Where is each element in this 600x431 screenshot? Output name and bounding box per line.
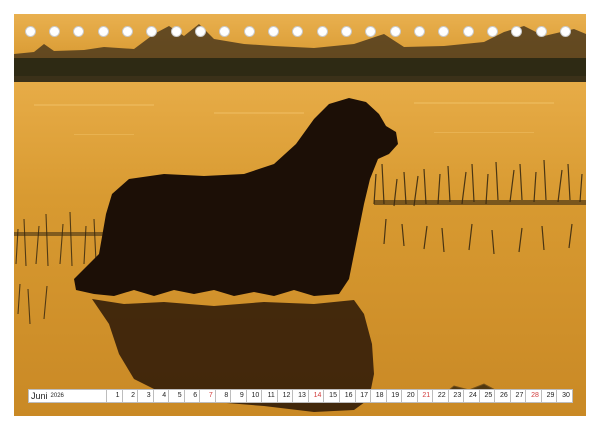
day-number: 12 bbox=[282, 392, 291, 399]
binding-hole bbox=[341, 26, 352, 37]
day-number: 10 bbox=[251, 392, 260, 399]
binding-hole bbox=[463, 26, 474, 37]
binding-hole bbox=[268, 26, 279, 37]
binding-hole bbox=[244, 26, 255, 37]
day-cell: 18 bbox=[371, 390, 387, 402]
day-number: 5 bbox=[177, 392, 182, 399]
day-number: 6 bbox=[193, 392, 198, 399]
day-cell: 10 bbox=[247, 390, 263, 402]
binding-hole bbox=[560, 26, 571, 37]
day-cell: 8 bbox=[216, 390, 232, 402]
day-cell: 24 bbox=[464, 390, 480, 402]
day-cell: 4 bbox=[154, 390, 170, 402]
day-cell: 22 bbox=[433, 390, 449, 402]
day-number: 20 bbox=[406, 392, 415, 399]
day-number: 27 bbox=[515, 392, 524, 399]
day-cell: 28 bbox=[526, 390, 542, 402]
days-row: 1 2 3 4 5 6 7 8 9 10 11 12 13 14 15 16 17 18 19 20 21 22 23 24 2… bbox=[107, 390, 572, 402]
month-label: Juni 2026 bbox=[29, 390, 107, 402]
day-cell: 1 bbox=[107, 390, 123, 402]
day-number: 2 bbox=[131, 392, 136, 399]
day-cell: 23 bbox=[449, 390, 465, 402]
binding-hole bbox=[49, 26, 60, 37]
binding-hole bbox=[219, 26, 230, 37]
day-number: 9 bbox=[239, 392, 244, 399]
day-cell: 3 bbox=[138, 390, 154, 402]
binding-holes bbox=[0, 0, 600, 37]
day-number: 21 bbox=[422, 392, 431, 399]
binding-hole bbox=[487, 26, 498, 37]
binding-hole bbox=[390, 26, 401, 37]
day-cell: 14 bbox=[309, 390, 325, 402]
day-cell: 12 bbox=[278, 390, 294, 402]
day-number: 17 bbox=[360, 392, 369, 399]
day-cell: 7 bbox=[200, 390, 216, 402]
day-cell: 26 bbox=[495, 390, 511, 402]
day-number: 1 bbox=[115, 392, 120, 399]
day-cell: 9 bbox=[231, 390, 247, 402]
day-cell: 21 bbox=[418, 390, 434, 402]
day-cell: 17 bbox=[356, 390, 372, 402]
binding-hole bbox=[146, 26, 157, 37]
binding-hole bbox=[73, 26, 84, 37]
binding-hole bbox=[536, 26, 547, 37]
binding-hole bbox=[171, 26, 182, 37]
day-number: 26 bbox=[500, 392, 508, 399]
day-number: 15 bbox=[329, 392, 337, 399]
day-cell: 5 bbox=[169, 390, 185, 402]
binding-hole bbox=[365, 26, 376, 37]
day-cell: 2 bbox=[123, 390, 139, 402]
binding-hole bbox=[98, 26, 109, 37]
day-cell: 29 bbox=[542, 390, 558, 402]
binding-hole bbox=[438, 26, 449, 37]
day-cell: 19 bbox=[387, 390, 403, 402]
day-number: 7 bbox=[208, 392, 213, 399]
day-number: 18 bbox=[375, 392, 384, 399]
day-number: 8 bbox=[224, 392, 229, 399]
binding-hole bbox=[195, 26, 206, 37]
day-cell: 6 bbox=[185, 390, 201, 402]
binding-hole bbox=[414, 26, 425, 37]
day-cell: 25 bbox=[480, 390, 496, 402]
day-number: 28 bbox=[531, 392, 539, 399]
calendar-page bbox=[14, 14, 586, 416]
day-cell: 27 bbox=[511, 390, 527, 402]
day-number: 19 bbox=[391, 392, 400, 399]
dog-silhouette-photo bbox=[14, 14, 586, 416]
day-cell: 30 bbox=[557, 390, 572, 402]
day-number: 25 bbox=[484, 392, 493, 399]
day-cell: 20 bbox=[402, 390, 418, 402]
month-name: Juni bbox=[31, 391, 48, 401]
day-number: 4 bbox=[162, 392, 167, 399]
day-number: 13 bbox=[298, 392, 306, 399]
day-number: 14 bbox=[313, 392, 322, 399]
day-cell: 13 bbox=[293, 390, 309, 402]
binding-hole bbox=[292, 26, 303, 37]
day-number: 16 bbox=[344, 392, 353, 399]
binding-hole bbox=[317, 26, 328, 37]
day-number: 24 bbox=[468, 392, 477, 399]
month-year: 2026 bbox=[50, 393, 64, 399]
day-cell: 15 bbox=[324, 390, 340, 402]
binding-hole bbox=[25, 26, 36, 37]
day-number: 3 bbox=[146, 392, 151, 399]
day-number: 23 bbox=[453, 392, 462, 399]
day-cell: 16 bbox=[340, 390, 356, 402]
calendar-strip: Juni 2026 1 2 3 4 5 6 7 8 9 10 11 12 13 14 15 16 17 18 19 2… bbox=[28, 389, 573, 403]
day-number: 11 bbox=[267, 392, 275, 399]
day-cell: 11 bbox=[262, 390, 278, 402]
binding-hole bbox=[511, 26, 522, 37]
binding-hole bbox=[122, 26, 133, 37]
day-number: 30 bbox=[562, 392, 570, 399]
day-number: 22 bbox=[437, 392, 446, 399]
day-number: 29 bbox=[546, 392, 555, 399]
